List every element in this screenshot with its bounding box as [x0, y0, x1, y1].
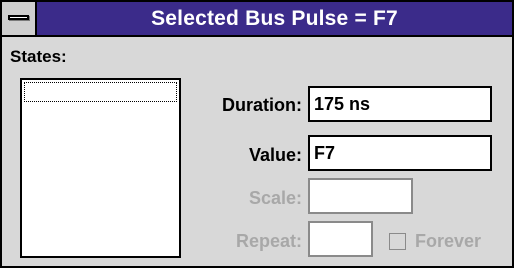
scale-field[interactable]: [308, 178, 413, 214]
scale-label: Scale:: [248, 188, 302, 208]
forever-checkbox[interactable]: [389, 233, 406, 250]
duration-label: Duration:: [222, 95, 302, 115]
bus-pulse-dialog: Selected Bus Pulse = F7 States: Duration…: [0, 0, 514, 268]
window-title: Selected Bus Pulse = F7: [151, 7, 398, 30]
states-listbox[interactable]: [20, 78, 181, 258]
system-menu-icon: [8, 15, 29, 20]
repeat-field[interactable]: [308, 221, 373, 257]
forever-label[interactable]: Forever: [415, 231, 481, 252]
states-label: States:: [10, 47, 67, 66]
system-menu-button[interactable]: [2, 2, 37, 35]
value-field[interactable]: F7: [308, 135, 492, 171]
value-label: Value:: [248, 145, 302, 165]
duration-field[interactable]: 175 ns: [308, 86, 492, 122]
title-bar[interactable]: Selected Bus Pulse = F7: [2, 2, 512, 37]
repeat-label: Repeat:: [235, 231, 302, 251]
listbox-focus-rect: [24, 82, 177, 102]
